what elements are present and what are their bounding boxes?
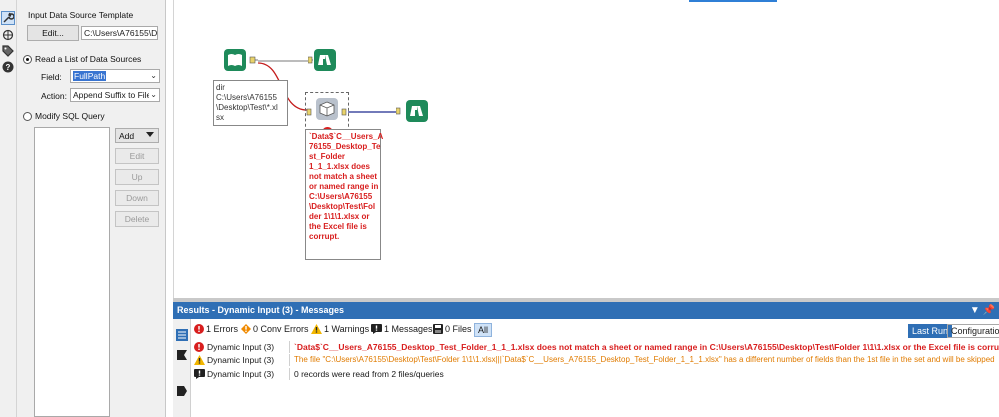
message-text: 0 records were read from 2 files/queries — [294, 369, 444, 379]
help-icon[interactable]: ? — [1, 60, 15, 74]
edit-sql-button[interactable]: Edit — [115, 148, 159, 164]
action-label: Action: — [41, 91, 67, 101]
directory-tool[interactable] — [224, 49, 260, 75]
svg-text:?: ? — [6, 63, 11, 72]
message-source: Dynamic Input (3) — [206, 368, 290, 380]
directory-annotation: dir C:\Users\A76155 \Desktop\Test\*.xl s… — [213, 80, 288, 126]
tab-last-run[interactable]: Last Run — [908, 324, 953, 338]
errors-filter[interactable]: 1 Errors — [194, 324, 238, 334]
chevron-down-icon: ⌄ — [150, 71, 157, 80]
add-button-label: Add — [119, 130, 135, 141]
message-row[interactable]: Dynamic Input (3) The file "C:\Users\A76… — [191, 354, 999, 366]
down-button[interactable]: Down — [115, 190, 159, 206]
results-view-toolbar — [173, 319, 191, 417]
message-row[interactable]: Dynamic Input (3) 0 records were read fr… — [191, 368, 999, 380]
error-annotation: `Data$`C__Users_A 76155_Desktop_Te st_Fo… — [305, 129, 383, 260]
message-filter-bar: 1 Errors 0 Conv Errors 1 Warnings 1 Mess… — [191, 321, 999, 339]
message-row[interactable]: Dynamic Input (3) `Data$`C__Users_A76155… — [191, 341, 999, 353]
messages-count: 1 Messages — [384, 324, 433, 334]
warning-icon — [311, 324, 322, 334]
warnings-count: 1 Warnings — [324, 324, 370, 334]
read-list-radio[interactable] — [23, 55, 32, 64]
up-button[interactable]: Up — [115, 169, 159, 185]
tag-icon[interactable] — [1, 44, 15, 58]
wrench-icon[interactable] — [1, 11, 15, 25]
modify-sql-radio[interactable] — [23, 112, 32, 121]
edit-template-button[interactable]: Edit... — [27, 25, 79, 41]
template-path-field[interactable]: C:\Users\A76155\De — [81, 26, 158, 40]
error-icon — [194, 342, 204, 352]
message-text: `Data$`C__Users_A76155_Desktop_Test_Fold… — [294, 342, 999, 352]
dynamic-input-tool[interactable] — [305, 92, 349, 132]
conv-error-icon — [241, 324, 251, 334]
browse-tool-output[interactable] — [395, 100, 432, 126]
results-title: Results - Dynamic Input (3) - Messages — [177, 305, 345, 315]
list-view-icon[interactable] — [176, 329, 188, 343]
warnings-filter[interactable]: 1 Warnings — [311, 324, 369, 334]
results-header: Results - Dynamic Input (3) - Messages ▼… — [173, 302, 999, 319]
flag-icon-2[interactable] — [176, 385, 188, 399]
files-filter[interactable]: 0 Files — [433, 324, 472, 334]
connection-icon[interactable] — [1, 28, 15, 42]
field-dropdown[interactable]: FullPath ⌄ — [70, 69, 160, 83]
conv-errors-count: 0 Conv Errors — [253, 324, 309, 334]
connection-lines — [257, 60, 399, 113]
all-filter[interactable]: All — [474, 323, 493, 337]
save-icon — [433, 324, 443, 334]
messages-filter[interactable]: 1 Messages — [371, 324, 433, 334]
pin-icon[interactable]: ▼ 📌 — [970, 302, 995, 319]
flag-icon[interactable] — [176, 349, 188, 363]
errors-count: 1 Errors — [206, 324, 239, 334]
message-icon — [194, 369, 205, 379]
workflow-canvas[interactable]: dir C:\Users\A76155 \Desktop\Test\*.xl s… — [173, 0, 999, 298]
field-label: Field: — [41, 72, 62, 82]
tool-config-sidebar: ? — [0, 0, 17, 417]
error-icon — [194, 324, 204, 334]
delete-button[interactable]: Delete — [115, 211, 159, 227]
action-value: Append Suffix to File/ — [73, 90, 154, 100]
message-text: The file "C:\Users\A76155\Desktop\Test\F… — [294, 355, 995, 364]
message-source: Dynamic Input (3) — [206, 354, 290, 366]
sql-query-list[interactable] — [34, 127, 110, 417]
action-dropdown[interactable]: Append Suffix to File/ ⌄ — [70, 88, 160, 102]
conv-errors-filter[interactable]: 0 Conv Errors — [241, 324, 309, 334]
add-button[interactable]: Add — [115, 128, 159, 143]
results-panel: Results - Dynamic Input (3) - Messages ▼… — [173, 302, 999, 417]
read-list-label: Read a List of Data Sources — [35, 54, 142, 64]
message-icon — [371, 324, 382, 334]
files-count: 0 Files — [445, 324, 472, 334]
warning-icon — [194, 355, 205, 365]
tab-configuration[interactable]: Configuration — [947, 324, 999, 338]
configuration-panel: Input Data Source Template Edit... C:\Us… — [17, 0, 166, 417]
browse-tool-top[interactable] — [307, 49, 336, 75]
field-value: FullPath — [73, 71, 107, 81]
dropdown-arrow-icon — [146, 132, 154, 137]
template-label: Input Data Source Template — [28, 10, 134, 20]
message-source: Dynamic Input (3) — [206, 341, 290, 353]
modify-sql-label: Modify SQL Query — [35, 111, 105, 121]
chevron-down-icon: ⌄ — [149, 89, 157, 101]
